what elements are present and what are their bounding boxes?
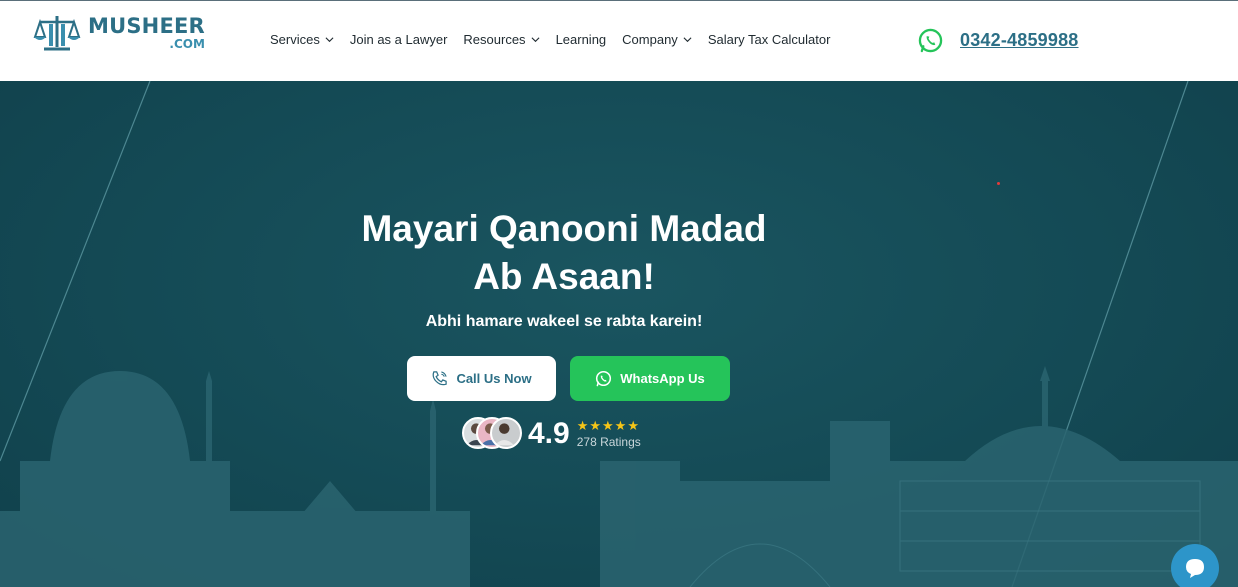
whatsapp-button-label: WhatsApp Us — [620, 371, 705, 386]
nav-label: Company — [622, 32, 678, 47]
site-header: MUSHEER .COM Services Join as a Lawyer R… — [0, 0, 1238, 81]
whatsapp-icon — [596, 370, 612, 387]
chevron-down-icon — [325, 37, 334, 43]
nav-item-learning[interactable]: Learning — [556, 32, 607, 47]
scales-logo-icon — [33, 16, 81, 51]
hero-subtitle: Abhi hamare wakeel se rabta karein! — [425, 313, 703, 330]
hero-section: Mayari Qanooni Madad Ab Asaan! Abhi hama… — [0, 81, 1238, 587]
avatar — [490, 417, 522, 449]
whatsapp-us-button[interactable]: WhatsApp Us — [570, 356, 730, 401]
nav-item-services[interactable]: Services — [270, 32, 334, 47]
logo-name: MUSHEER — [88, 14, 205, 38]
decorative-dot — [997, 182, 1000, 185]
city-skyline-illustration — [0, 81, 1238, 587]
rating-summary: 4.9 ★★★★★ 278 Ratings — [462, 417, 641, 451]
call-button-label: Call Us Now — [456, 371, 532, 386]
logo-domain: .COM — [169, 37, 205, 51]
call-us-now-button[interactable]: Call Us Now — [407, 356, 556, 401]
hero-title-line-1: Mayari Qanooni Madad — [361, 208, 767, 249]
hero-title-line-2: Ab Asaan! — [473, 256, 655, 297]
reviewer-avatars — [462, 417, 524, 451]
rating-count: 278 Ratings — [576, 435, 641, 449]
nav-item-company[interactable]: Company — [622, 32, 692, 47]
header-contact: 0342-4859988 — [918, 28, 1079, 53]
nav-label: Services — [270, 32, 320, 47]
whatsapp-icon[interactable] — [918, 28, 943, 53]
rating-value: 4.9 — [528, 417, 570, 450]
nav-item-salary-tax-calculator[interactable]: Salary Tax Calculator — [708, 32, 831, 47]
nav-label: Join as a Lawyer — [349, 32, 448, 47]
nav-label: Learning — [555, 32, 607, 47]
nav-label: Resources — [463, 32, 526, 47]
chat-bubble-icon — [1186, 559, 1204, 578]
live-chat-button[interactable] — [1171, 544, 1219, 587]
chevron-down-icon — [683, 37, 692, 43]
nav-item-join-as-lawyer[interactable]: Join as a Lawyer — [350, 32, 448, 47]
phone-number-link[interactable]: 0342-4859988 — [960, 30, 1079, 51]
phone-icon — [433, 371, 448, 386]
star-rating-icon: ★★★★★ — [576, 418, 640, 433]
nav-item-resources[interactable]: Resources — [463, 32, 540, 47]
site-logo[interactable]: MUSHEER .COM — [32, 13, 205, 53]
main-nav: Services Join as a Lawyer Resources Lear… — [270, 32, 846, 47]
chevron-down-icon — [531, 37, 540, 43]
nav-label: Salary Tax Calculator — [707, 32, 831, 47]
